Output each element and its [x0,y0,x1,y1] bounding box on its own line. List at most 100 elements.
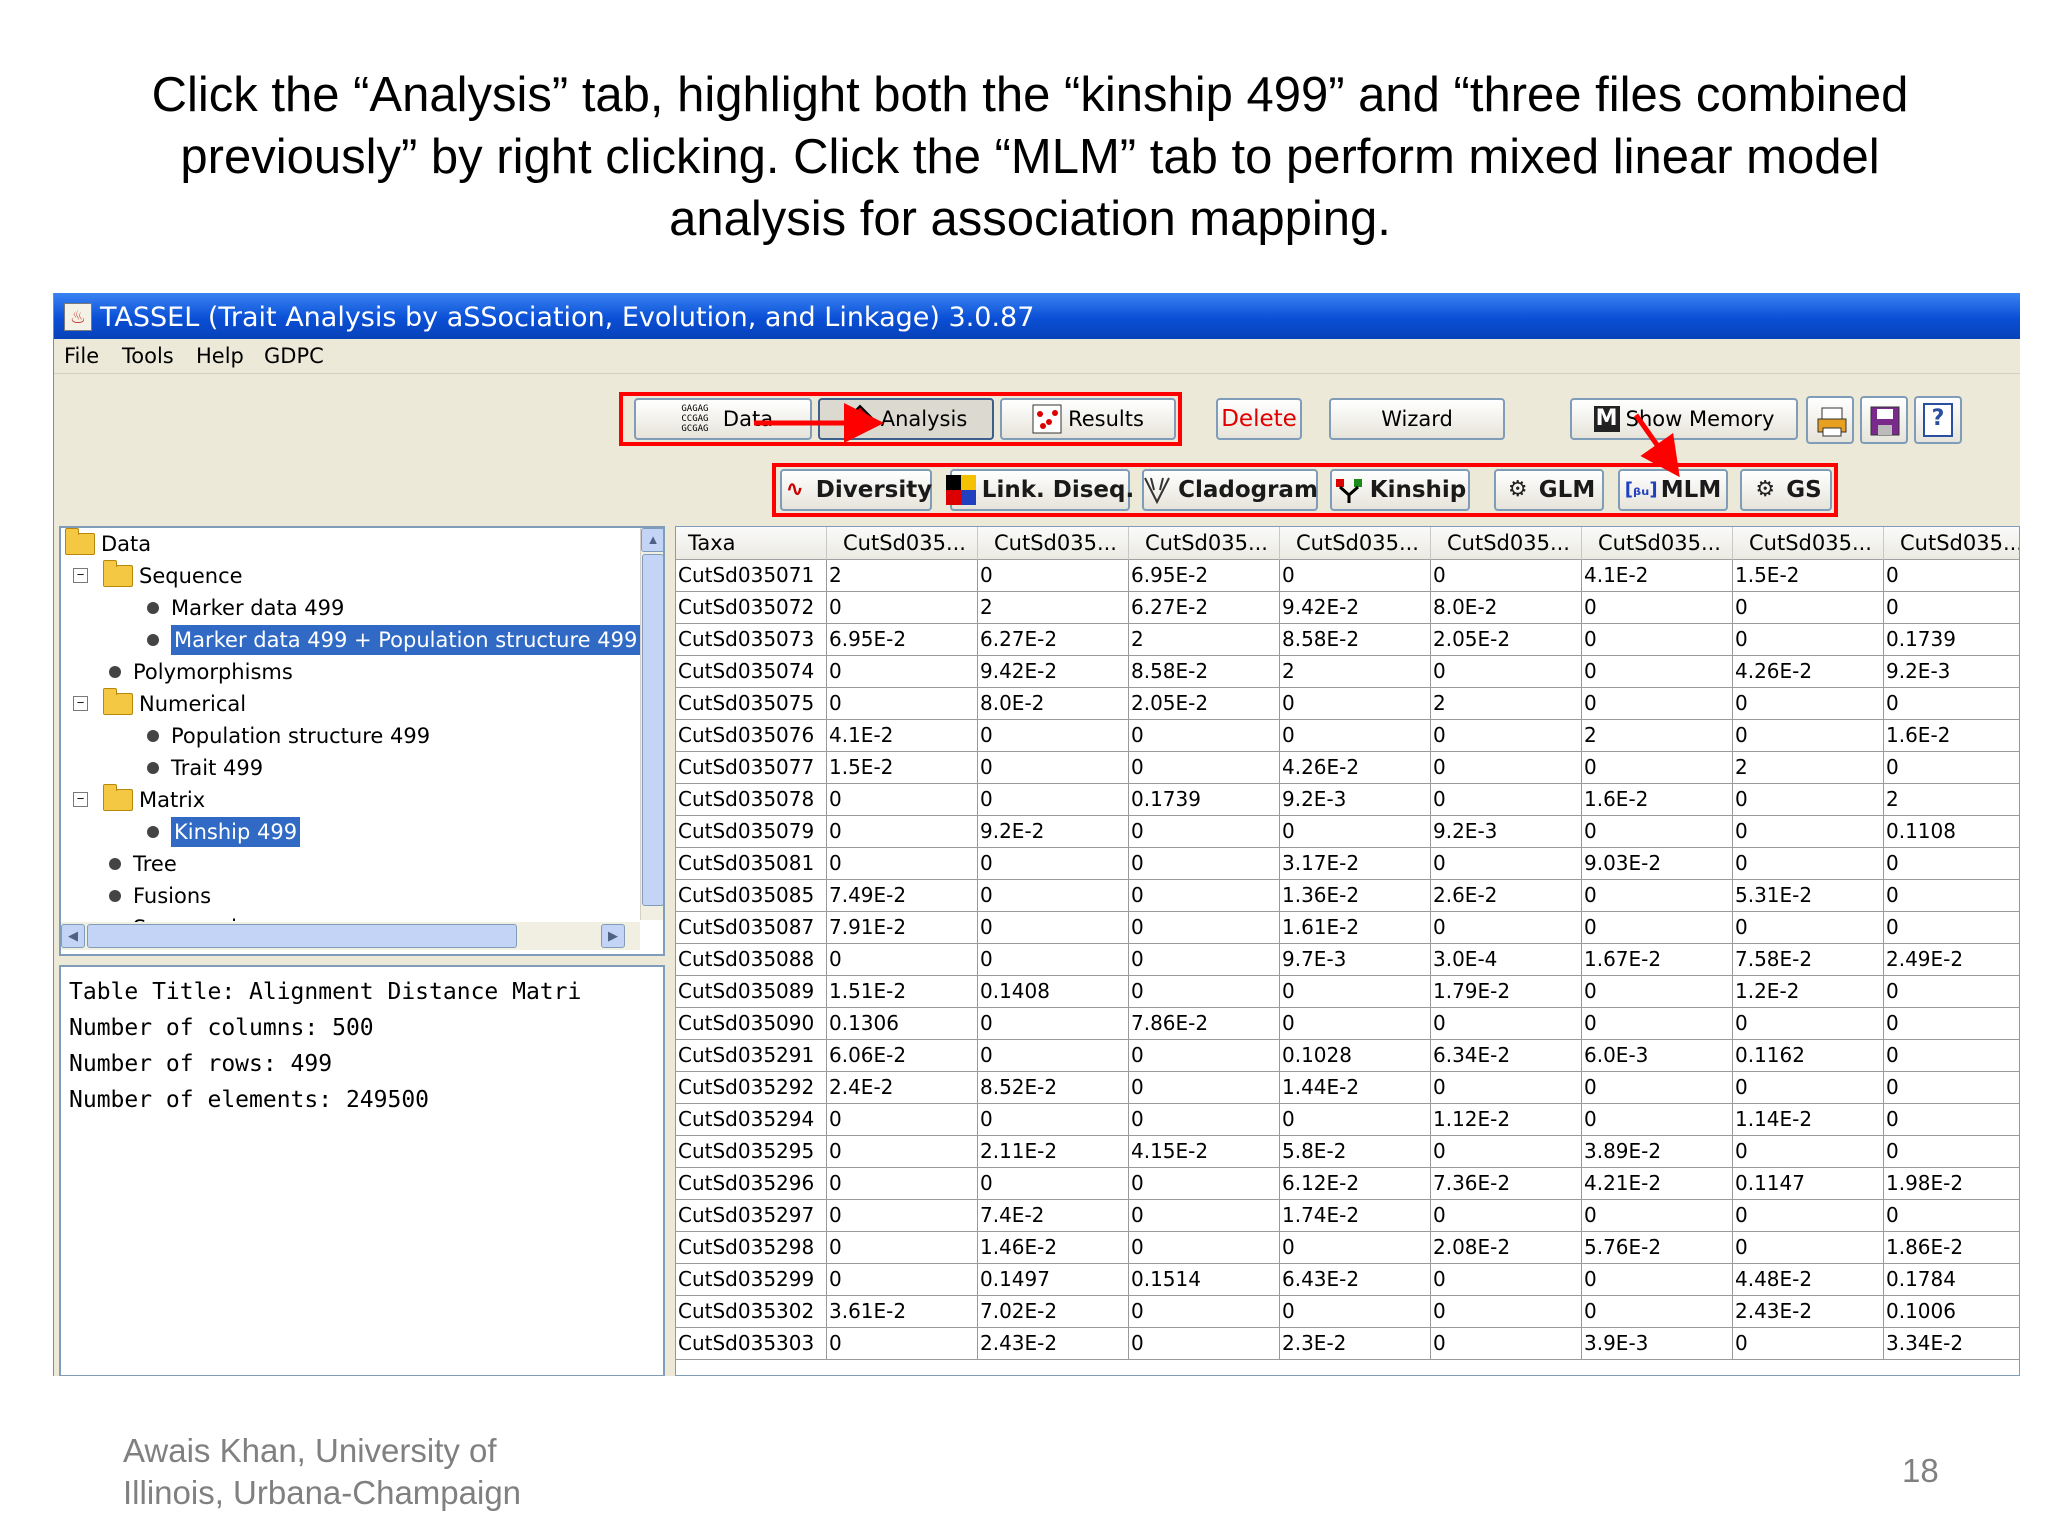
distance-cell[interactable]: 0 [1733,720,1884,752]
table-row[interactable]: CutSd035303 0 2.43E-2 0 2.3E-2 0 3.9E-3 0 3.34E-… [676,1328,2019,1360]
distance-cell[interactable]: 0 [1733,1072,1884,1104]
distance-cell[interactable]: 2 [1431,688,1582,720]
distance-cell[interactable]: 0 [827,1232,978,1264]
taxa-cell[interactable]: CutSd035090 [676,1008,827,1040]
distance-cell[interactable]: 0 [1582,656,1733,688]
distance-cell[interactable]: 0 [1431,784,1582,816]
tree-node-polymorphisms[interactable]: Polymorphisms [109,657,293,687]
column-header[interactable]: Taxa [676,527,827,560]
table-row[interactable]: CutSd035090 0.1306 0 7.86E-2 0 0 0 0 0 [676,1008,2019,1040]
distance-cell[interactable]: 4.21E-2 [1582,1168,1733,1200]
distance-cell[interactable]: 0 [1431,656,1582,688]
distance-cell[interactable]: 0 [827,1136,978,1168]
distance-cell[interactable]: 8.58E-2 [1129,656,1280,688]
column-header[interactable]: CutSd035... [1733,527,1884,560]
tree-vertical-scroll-thumb[interactable] [642,554,663,906]
distance-cell[interactable]: 0 [1129,1040,1280,1072]
distance-cell[interactable]: 0.1497 [978,1264,1129,1296]
distance-cell[interactable]: 0 [827,944,978,976]
distance-cell[interactable]: 1.6E-2 [1582,784,1733,816]
distance-cell[interactable]: 1.98E-2 [1884,1168,2019,1200]
distance-cell[interactable]: 0 [1582,592,1733,624]
distance-cell[interactable]: 9.2E-2 [978,816,1129,848]
distance-cell[interactable]: 8.0E-2 [1431,592,1582,624]
distance-cell[interactable]: 0 [1884,1104,2019,1136]
distance-cell[interactable]: 3.61E-2 [827,1296,978,1328]
distance-cell[interactable]: 2.05E-2 [1431,624,1582,656]
distance-cell[interactable]: 0 [1733,848,1884,880]
distance-cell[interactable]: 0 [1129,1168,1280,1200]
tree-node-marker-data[interactable]: Marker data 499 [147,593,344,623]
distance-cell[interactable]: 0 [1431,848,1582,880]
table-row[interactable]: CutSd035292 2.4E-2 8.52E-2 0 1.44E-2 0 0 0 0 [676,1072,2019,1104]
distance-cell[interactable]: 8.52E-2 [978,1072,1129,1104]
distance-cell[interactable]: 0 [1733,1200,1884,1232]
distance-cell[interactable]: 0 [1884,848,2019,880]
table-row[interactable]: CutSd035298 0 1.46E-2 0 0 2.08E-2 5.76E-2 0 1.86… [676,1232,2019,1264]
distance-cell[interactable]: 6.12E-2 [1280,1168,1431,1200]
distance-cell[interactable]: 2 [1733,752,1884,784]
distance-cell[interactable]: 9.42E-2 [978,656,1129,688]
table-row[interactable]: CutSd035087 7.91E-2 0 0 1.61E-2 0 0 0 0 [676,912,2019,944]
distance-cell[interactable]: 0 [978,1008,1129,1040]
distance-cell[interactable]: 7.49E-2 [827,880,978,912]
distance-cell[interactable]: 9.03E-2 [1582,848,1733,880]
distance-cell[interactable]: 1.14E-2 [1733,1104,1884,1136]
taxa-cell[interactable]: CutSd035298 [676,1232,827,1264]
distance-cell[interactable]: 0 [1582,1296,1733,1328]
distance-cell[interactable]: 9.7E-3 [1280,944,1431,976]
distance-cell[interactable]: 0 [1280,1232,1431,1264]
distance-cell[interactable]: 6.27E-2 [978,624,1129,656]
distance-cell[interactable]: 0 [978,1168,1129,1200]
distance-cell[interactable]: 0 [1884,1008,2019,1040]
distance-cell[interactable]: 3.17E-2 [1280,848,1431,880]
distance-cell[interactable]: 7.58E-2 [1733,944,1884,976]
distance-cell[interactable]: 0 [1129,816,1280,848]
distance-cell[interactable]: 0.1514 [1129,1264,1280,1296]
distance-cell[interactable]: 0 [1733,1136,1884,1168]
taxa-cell[interactable]: CutSd035303 [676,1328,827,1360]
distance-cell[interactable]: 2.11E-2 [978,1136,1129,1168]
taxa-cell[interactable]: CutSd035085 [676,880,827,912]
distance-cell[interactable]: 2.05E-2 [1129,688,1280,720]
distance-cell[interactable]: 0 [978,752,1129,784]
taxa-cell[interactable]: CutSd035081 [676,848,827,880]
distance-cell[interactable]: 0 [1129,752,1280,784]
distance-cell[interactable]: 0 [1733,1008,1884,1040]
distance-cell[interactable]: 0 [1129,1104,1280,1136]
distance-cell[interactable]: 0 [1582,688,1733,720]
distance-cell[interactable]: 0 [1884,1072,2019,1104]
collapse-numerical-toggle[interactable]: − [73,696,88,711]
tree-node-matrix[interactable]: Matrix [103,784,205,815]
taxa-cell[interactable]: CutSd035296 [676,1168,827,1200]
distance-cell[interactable]: 0 [1129,1232,1280,1264]
scroll-up-arrow-icon[interactable]: ▲ [641,528,663,552]
distance-cell[interactable]: 0.1306 [827,1008,978,1040]
distance-cell[interactable]: 0 [1280,720,1431,752]
table-row[interactable]: CutSd035297 0 7.4E-2 0 1.74E-2 0 0 0 0 [676,1200,2019,1232]
distance-cell[interactable]: 0 [1129,1296,1280,1328]
distance-cell[interactable]: 0 [827,1168,978,1200]
distance-cell[interactable]: 4.48E-2 [1733,1264,1884,1296]
table-row[interactable]: CutSd035074 0 9.42E-2 8.58E-2 2 0 0 4.26E-2 9.2E… [676,656,2019,688]
table-row[interactable]: CutSd035079 0 9.2E-2 0 0 9.2E-3 0 0 0.1108 [676,816,2019,848]
taxa-cell[interactable]: CutSd035075 [676,688,827,720]
column-header[interactable]: CutSd035... [1431,527,1582,560]
distance-cell[interactable]: 0 [1280,1296,1431,1328]
distance-cell[interactable]: 0 [1582,1264,1733,1296]
distance-cell[interactable]: 0 [978,848,1129,880]
tree-node-sequence[interactable]: Sequence [103,560,243,591]
tree-node-trait[interactable]: Trait 499 [147,753,263,783]
distance-cell[interactable]: 2.3E-2 [1280,1328,1431,1360]
distance-cell[interactable]: 5.76E-2 [1582,1232,1733,1264]
table-row[interactable]: CutSd035088 0 0 0 9.7E-3 3.0E-4 1.67E-2 7.58E-2… [676,944,2019,976]
distance-cell[interactable]: 0 [1129,944,1280,976]
column-header[interactable]: CutSd035... [1582,527,1733,560]
distance-cell[interactable]: 0 [978,912,1129,944]
taxa-cell[interactable]: CutSd035087 [676,912,827,944]
distance-cell[interactable]: 7.86E-2 [1129,1008,1280,1040]
distance-cell[interactable]: 6.95E-2 [1129,560,1280,592]
distance-cell[interactable]: 0 [978,880,1129,912]
distance-cell[interactable]: 0.1006 [1884,1296,2019,1328]
distance-cell[interactable]: 0 [1582,1104,1733,1136]
